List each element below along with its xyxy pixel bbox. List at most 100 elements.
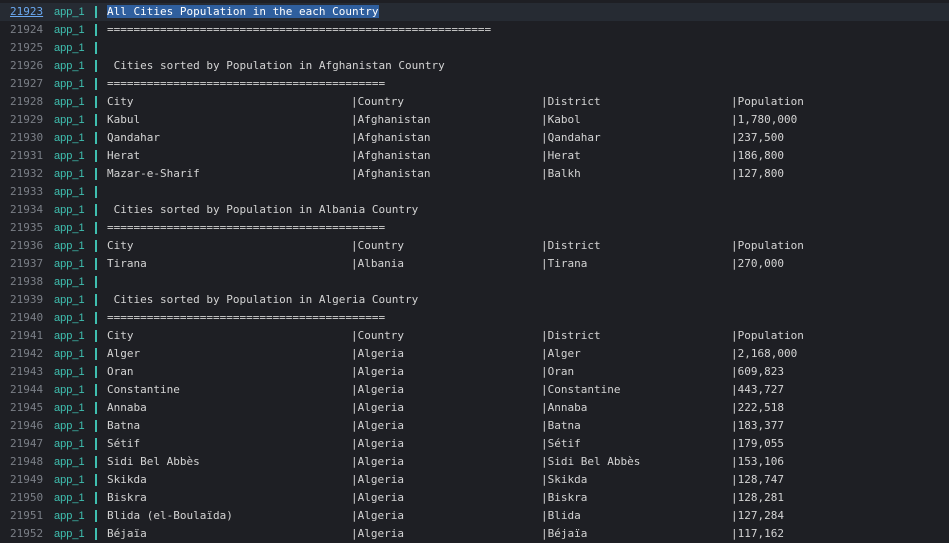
service-separator — [95, 186, 97, 198]
line-number: 21942 — [10, 347, 44, 360]
service-separator — [95, 474, 97, 486]
log-line[interactable]: 21923 app_1 All Cities Population in the e… — [0, 3, 949, 21]
table-cell: |Tirana — [541, 257, 588, 270]
service-separator — [95, 402, 97, 414]
log-line[interactable]: 21928 app_1 City |Country |District |Populati… — [0, 93, 949, 111]
table-cell: |Albania — [351, 257, 404, 270]
log-line[interactable]: 21924 app_1 ==============================… — [0, 21, 949, 39]
log-line[interactable]: 21946 app_1 Batna |Algeria |Batna |183,377 — [0, 417, 949, 435]
table-cell: Annaba — [107, 401, 147, 414]
log-line[interactable]: 21944 app_1 Constantine |Algeria |Constantin… — [0, 381, 949, 399]
table-cell: |Country — [351, 239, 404, 252]
service-label: app_1 — [54, 42, 85, 54]
table-cell: |Country — [351, 95, 404, 108]
line-number: 21941 — [10, 329, 44, 342]
table-cell: |186,800 — [731, 149, 784, 162]
log-line[interactable]: 21926 app_1 Cities sorted by Population i… — [0, 57, 949, 75]
table-cell: |Constantine — [541, 383, 621, 396]
service-separator — [95, 258, 97, 270]
service-separator — [95, 366, 97, 378]
table-cell: Herat — [107, 149, 141, 162]
table-cell: |179,055 — [731, 437, 784, 450]
service-label: app_1 — [54, 510, 85, 522]
line-number: 21924 — [10, 23, 44, 36]
service-label: app_1 — [54, 204, 85, 216]
table-cell: |Afghanistan — [351, 131, 431, 144]
line-number: 21932 — [10, 167, 44, 180]
log-line[interactable]: 21943 app_1 Oran |Algeria |Oran |609,823 — [0, 363, 949, 381]
line-number: 21940 — [10, 311, 44, 324]
service-label: app_1 — [54, 6, 85, 18]
log-line[interactable]: 21937 app_1 Tirana |Albania |Tirana |270,000 — [0, 255, 949, 273]
table-cell: |Algeria — [351, 509, 404, 522]
table-cell: |117,162 — [731, 527, 784, 540]
service-separator — [95, 276, 97, 288]
table-cell: |127,800 — [731, 167, 784, 180]
table-cell: City — [107, 95, 134, 108]
service-label: app_1 — [54, 114, 85, 126]
log-line[interactable]: 21939 app_1 Cities sorted by Population i… — [0, 291, 949, 309]
table-cell: |Algeria — [351, 401, 404, 414]
table-cell: Béjaïa — [107, 527, 147, 540]
service-separator — [95, 132, 97, 144]
line-number: 21935 — [10, 221, 44, 234]
table-cell: Qandahar — [107, 131, 160, 144]
log-line[interactable]: 21933 app_1 — [0, 183, 949, 201]
service-label: app_1 — [54, 402, 85, 414]
service-separator — [95, 456, 97, 468]
service-label: app_1 — [54, 438, 85, 450]
table-cell: |Algeria — [351, 473, 404, 486]
service-separator — [95, 312, 97, 324]
log-line[interactable]: 21942 app_1 Alger |Algeria |Alger |2,168,000 — [0, 345, 949, 363]
log-line[interactable]: 21931 app_1 Herat |Afghanistan |Herat |186,80… — [0, 147, 949, 165]
service-separator — [95, 96, 97, 108]
log-line[interactable]: 21941 app_1 City |Country |District |Populati… — [0, 327, 949, 345]
log-line[interactable]: 21940 app_1 ==============================… — [0, 309, 949, 327]
line-number: 21950 — [10, 491, 44, 504]
service-separator — [95, 438, 97, 450]
line-number: 21926 — [10, 59, 44, 72]
service-separator — [95, 60, 97, 72]
table-cell: |Alger — [541, 347, 581, 360]
table-cell: |Algeria — [351, 347, 404, 360]
table-cell: |Algeria — [351, 527, 404, 540]
log-line[interactable]: 21936 app_1 City |Country |District |Populati… — [0, 237, 949, 255]
service-label: app_1 — [54, 312, 85, 324]
log-line[interactable]: 21950 app_1 Biskra |Algeria |Biskra |128,281 — [0, 489, 949, 507]
log-line[interactable]: 21930 app_1 Qandahar |Afghanistan |Qandahar |… — [0, 129, 949, 147]
table-cell: Mazar-e-Sharif — [107, 167, 200, 180]
log-line[interactable]: 21947 app_1 Sétif |Algeria |Sétif |179,055 — [0, 435, 949, 453]
line-number: 21927 — [10, 77, 44, 90]
service-label: app_1 — [54, 294, 85, 306]
log-line[interactable]: 21951 app_1 Blida (el-Boulaïda) |Algeria |Bl… — [0, 507, 949, 525]
log-line[interactable]: 21949 app_1 Skikda |Algeria |Skikda |128,747 — [0, 471, 949, 489]
service-separator — [95, 384, 97, 396]
log-line[interactable]: 21945 app_1 Annaba |Algeria |Annaba |222,518 — [0, 399, 949, 417]
log-line[interactable]: 21929 app_1 Kabul |Afghanistan |Kabol |1,780,… — [0, 111, 949, 129]
log-line[interactable]: 21925 app_1 — [0, 39, 949, 57]
service-separator — [95, 348, 97, 360]
table-cell: |District — [541, 239, 601, 252]
line-number: 21946 — [10, 419, 44, 432]
table-cell: |128,281 — [731, 491, 784, 504]
log-line[interactable]: 21948 app_1 Sidi Bel Abbès |Algeria |Sidi Be… — [0, 453, 949, 471]
log-line[interactable]: 21938 app_1 — [0, 273, 949, 291]
line-number: 21934 — [10, 203, 44, 216]
table-cell: |Annaba — [541, 401, 588, 414]
table-cell: |Afghanistan — [351, 149, 431, 162]
table-cell: Tirana — [107, 257, 147, 270]
service-label: app_1 — [54, 456, 85, 468]
log-line[interactable]: 21952 app_1 Béjaïa |Algeria |Béjaïa |117,162 — [0, 525, 949, 543]
log-line[interactable]: 21932 app_1 Mazar-e-Sharif |Afghanistan |Bal… — [0, 165, 949, 183]
log-line[interactable]: 21927 app_1 ==============================… — [0, 75, 949, 93]
log-line[interactable]: 21934 app_1 Cities sorted by Population i… — [0, 201, 949, 219]
table-cell: Constantine — [107, 383, 180, 396]
service-label: app_1 — [54, 330, 85, 342]
service-label: app_1 — [54, 78, 85, 90]
log-output-panel[interactable]: 21923 app_1 All Cities Population in the e… — [0, 0, 949, 542]
table-cell: |Country — [351, 329, 404, 342]
line-number[interactable]: 21923 — [10, 3, 46, 21]
service-separator — [95, 42, 97, 54]
log-line[interactable]: 21935 app_1 ==============================… — [0, 219, 949, 237]
service-label: app_1 — [54, 222, 85, 234]
